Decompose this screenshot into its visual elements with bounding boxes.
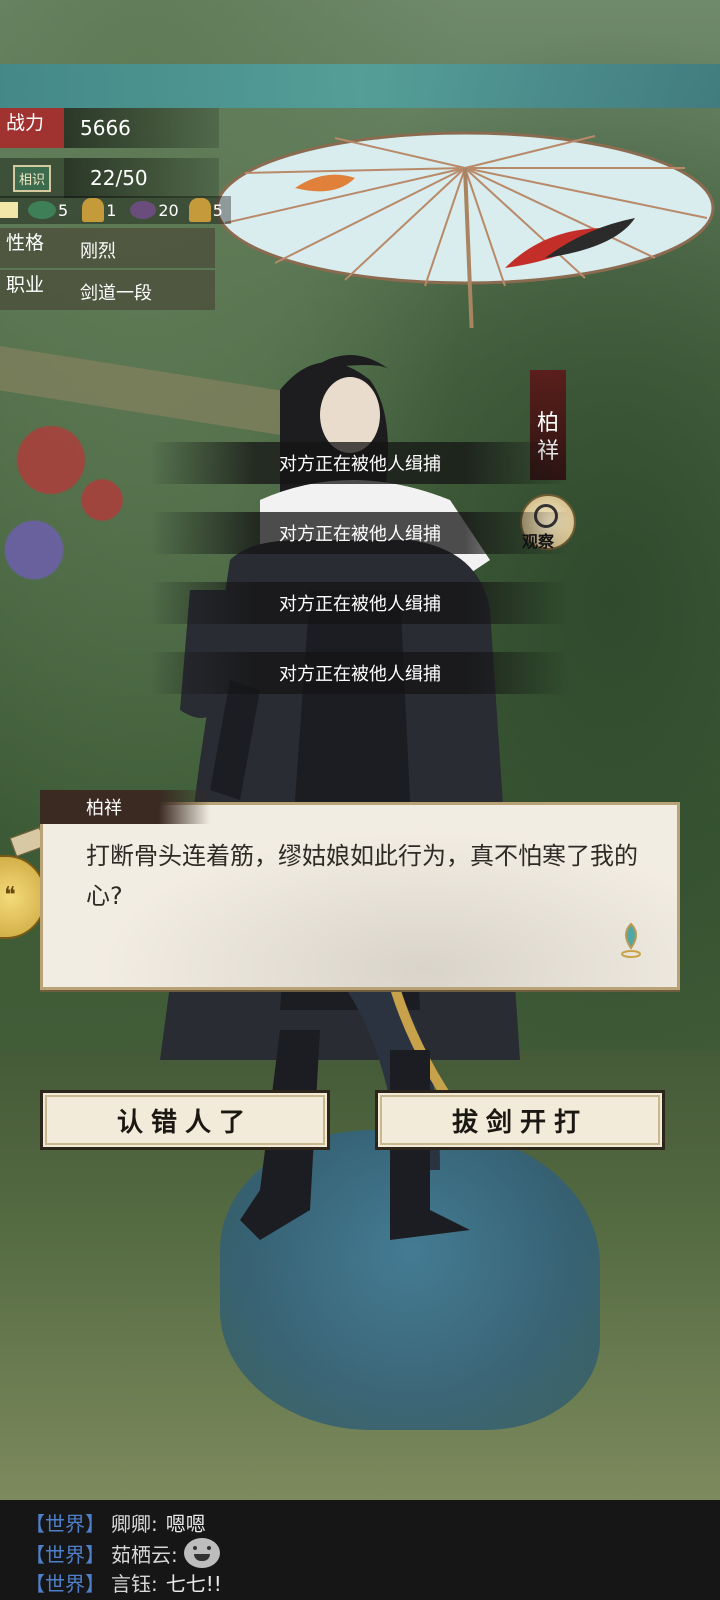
notification-item: 对方正在被他人缉捕 <box>150 652 570 694</box>
laughing-emoji-icon <box>183 1538 220 1568</box>
combat-power-tag: 战力 <box>0 108 64 148</box>
chat-line: 【世界】 言钰: 七七!! <box>25 1568 222 1597</box>
trait-label: 性格 <box>6 232 45 254</box>
acquaintance-label: 相识 <box>12 164 51 192</box>
acquaintance-tag: 相识 <box>0 158 64 198</box>
combat-power-value: 5666 <box>64 108 219 148</box>
trait-value: 剑道一段 <box>80 283 152 304</box>
scroll-icon <box>0 202 18 218</box>
chat-sender: 茹栖云: <box>111 1542 178 1567</box>
umbrella-illustration <box>215 131 715 328</box>
resource-item[interactable]: 1 <box>72 198 116 222</box>
dialog-speaker: 柏祥 <box>40 790 210 824</box>
resource-count: 5 <box>58 200 69 220</box>
choice-admit-mistake-button[interactable]: 认错人了 <box>40 1090 330 1150</box>
world-chat[interactable]: 【世界】 卿卿: 嗯嗯 【世界】 茹栖云: 【世界】 言钰: 七七!! <box>0 1500 720 1600</box>
resource-item[interactable]: 5 <box>28 201 68 220</box>
chat-sender: 卿卿: <box>111 1512 158 1536</box>
chat-message: 七七!! <box>165 1572 222 1596</box>
resource-count: 1 <box>106 200 117 220</box>
acquaintance-value: 22/50 <box>64 158 219 198</box>
combat-power-row: 战力 5666 <box>0 108 219 148</box>
speech-bubble-icon: ❝ <box>4 883 16 908</box>
flower-bushes <box>0 400 170 600</box>
notification-item: 对方正在被他人缉捕 <box>150 512 570 554</box>
trait-profession: 职业 剑道一段 <box>0 270 215 310</box>
river <box>0 64 720 108</box>
resource-count: 5 <box>212 200 223 220</box>
choice-fight-button[interactable]: 拔剑开打 <box>375 1090 665 1150</box>
resource-item[interactable]: 5 <box>183 198 223 222</box>
next-indicator-icon <box>621 922 641 958</box>
resource-bar: 5 1 20 5 <box>0 196 231 224</box>
chat-channel: 【世界】 <box>25 1512 105 1536</box>
chat-channel: 【世界】 <box>25 1572 105 1596</box>
chat-channel: 【世界】 <box>25 1542 105 1567</box>
chat-sender: 言钰: <box>111 1572 158 1596</box>
chat-line: 【世界】 茹栖云: <box>25 1538 220 1568</box>
gold-ore-icon <box>188 198 211 222</box>
notification-item: 对方正在被他人缉捕 <box>150 582 570 624</box>
game-scene <box>0 0 720 1500</box>
chat-line: 【世界】 卿卿: 嗯嗯 <box>25 1508 206 1537</box>
acquaintance-row: 相识 22/50 <box>0 158 219 198</box>
combat-power-label: 战力 <box>6 112 45 134</box>
chat-message: 嗯嗯 <box>165 1512 206 1536</box>
trait-personality: 性格 刚烈 <box>0 228 215 268</box>
jade-icon <box>28 201 56 219</box>
trait-value: 刚烈 <box>80 241 116 262</box>
trait-label: 职业 <box>6 274 45 296</box>
pouch-icon <box>130 201 157 219</box>
resource-item[interactable]: 20 <box>120 200 179 220</box>
resource-count: 20 <box>158 200 179 220</box>
gold-ore-icon <box>82 198 105 222</box>
dialog-text: 打断骨头连着筋，缪姑娘如此行为，真不怕寒了我的心? <box>86 842 638 910</box>
notification-item: 对方正在被他人缉捕 <box>150 442 570 484</box>
